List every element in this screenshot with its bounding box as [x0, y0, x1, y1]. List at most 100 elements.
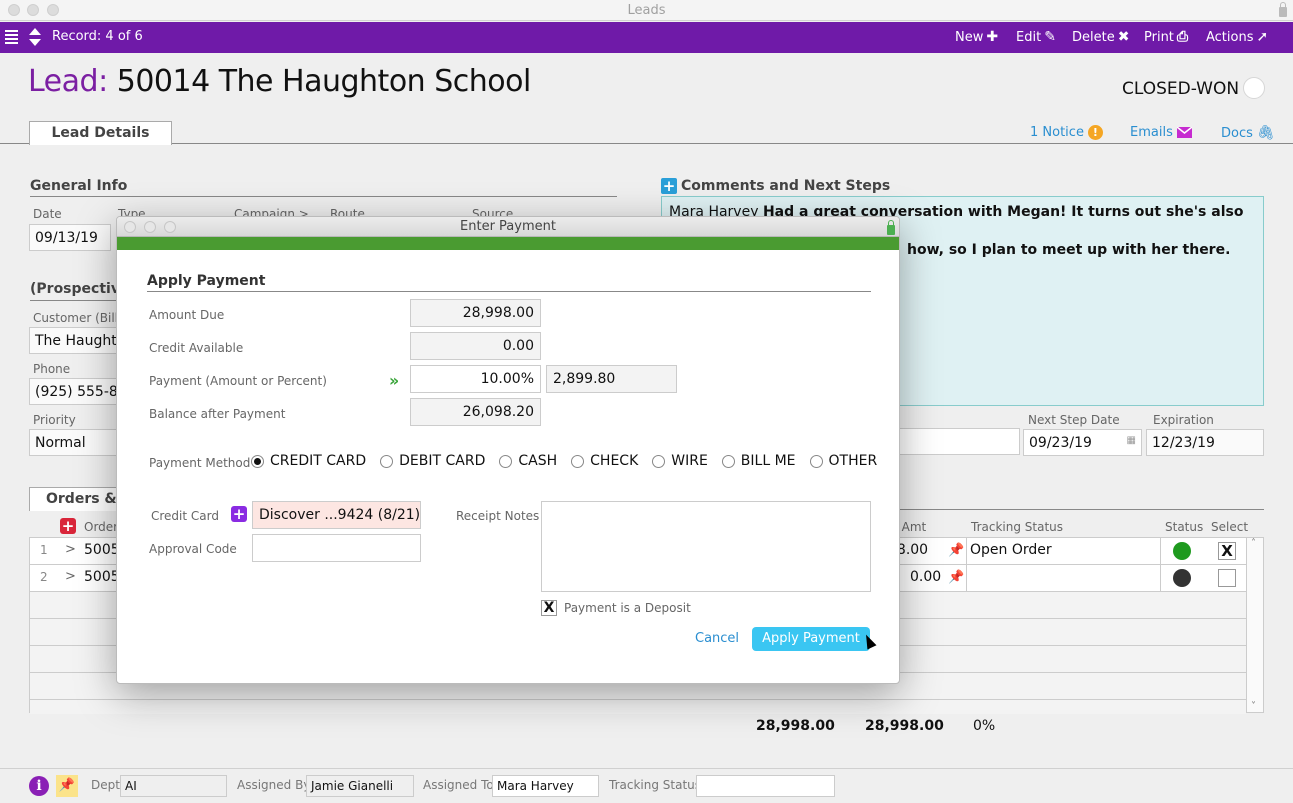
apply-payment-button[interactable]: Apply Payment	[752, 627, 870, 651]
expand-chevron-icon[interactable]: >	[65, 569, 76, 584]
radio-other[interactable]: OTHER	[809, 453, 877, 469]
radio-check[interactable]: CHECK	[571, 453, 638, 469]
payment-percent-field[interactable]: 10.00%	[410, 365, 541, 393]
payment-method-label: Payment Method	[149, 456, 251, 470]
pin-icon[interactable]: 📌	[56, 775, 78, 797]
pencil-icon: ✎	[1044, 29, 1056, 45]
calendar-icon[interactable]: ▦	[1127, 435, 1136, 446]
docs-link[interactable]: Docs 🖇	[1221, 125, 1275, 141]
lock-icon	[887, 220, 895, 235]
info-icon[interactable]: i	[29, 776, 49, 796]
warning-icon: !	[1087, 125, 1103, 140]
window-title: Leads	[627, 3, 666, 18]
scroll-down-icon[interactable]: ˅	[1251, 701, 1256, 712]
title-text: 50014 The Haughton School	[116, 64, 532, 99]
radio-debit-card[interactable]: DEBIT CARD	[380, 453, 485, 469]
radio-label: CHECK	[590, 453, 639, 469]
payment-amount-field[interactable]: 2,899.80	[546, 365, 677, 393]
approval-code-field[interactable]	[252, 534, 421, 562]
radio-cash[interactable]: CASH	[499, 453, 557, 469]
customer-field[interactable]: The Haughton	[29, 327, 119, 354]
pin-icon[interactable]: 📌	[948, 570, 964, 585]
status-dot	[1173, 569, 1191, 587]
dialog-titlebar: Enter Payment	[117, 217, 899, 237]
next-step-text-field[interactable]	[895, 428, 1020, 455]
radio-button[interactable]	[380, 454, 394, 468]
tab-divider	[0, 143, 1293, 144]
balance-field: 26,098.20	[410, 398, 541, 426]
radio-button[interactable]	[809, 454, 823, 468]
receipt-notes-label: Receipt Notes	[456, 509, 540, 523]
expiration-field[interactable]: 12/23/19	[1146, 429, 1264, 456]
date-label: Date	[33, 207, 62, 221]
column-order[interactable]: Order	[84, 520, 118, 534]
delete-button[interactable]: Delete ✖	[1072, 29, 1129, 45]
tracking-status-field[interactable]	[696, 775, 835, 797]
add-card-button[interactable]: +	[231, 506, 247, 522]
next-step-date-label: Next Step Date	[1028, 413, 1120, 427]
assigned-by-field[interactable]: Jamie Gianelli	[306, 775, 414, 797]
edit-label: Edit	[1016, 29, 1042, 45]
select-checkbox[interactable]: X	[1218, 542, 1236, 560]
dialog-header-bar	[117, 237, 899, 250]
next-step-date-field[interactable]: 09/23/19 ▦	[1023, 429, 1142, 456]
radio-button[interactable]	[251, 454, 264, 468]
notice-label: 1 Notice	[1030, 125, 1084, 140]
expand-chevron-icon[interactable]: >	[65, 542, 76, 557]
lock-icon	[1279, 2, 1287, 17]
balance-label: Balance after Payment	[149, 407, 286, 421]
menu-icon[interactable]	[5, 30, 18, 44]
credit-card-field[interactable]: Discover ...9424 (8/21)	[252, 501, 421, 529]
select-checkbox[interactable]	[1218, 569, 1236, 587]
total-percent: 0%	[973, 718, 996, 734]
approval-code-label: Approval Code	[149, 542, 237, 556]
cell-divider	[1160, 565, 1161, 592]
new-button[interactable]: New ✚	[955, 29, 998, 45]
dept-field[interactable]: AI	[120, 775, 227, 797]
double-chevron-icon[interactable]: ››	[389, 371, 399, 390]
receipt-notes-field[interactable]	[541, 501, 871, 592]
cell-divider	[1160, 538, 1161, 565]
row-number: 1	[40, 543, 48, 557]
toolbar: Record: 4 of 6 New ✚ Edit ✎ Delete ✖ Pri…	[0, 22, 1293, 53]
actions-button[interactable]: Actions ➚	[1206, 29, 1268, 45]
tab-lead-details[interactable]: Lead Details	[29, 121, 172, 145]
radio-button[interactable]	[499, 454, 513, 468]
radio-button[interactable]	[721, 454, 735, 468]
radio-button[interactable]	[571, 454, 585, 468]
total-likely-amount: 28,998.00	[865, 718, 944, 734]
radio-credit-card[interactable]: CREDIT CARD	[251, 453, 366, 469]
edit-button[interactable]: Edit ✎	[1016, 29, 1056, 45]
notice-link[interactable]: 1 Notice !	[1030, 125, 1103, 140]
add-order-button[interactable]: +	[60, 518, 76, 534]
arrow-out-icon: ➚	[1256, 29, 1269, 45]
cancel-button[interactable]: Cancel	[695, 631, 739, 646]
empty-row	[30, 700, 1246, 714]
scroll-up-icon[interactable]: ˄	[1251, 538, 1256, 549]
record-navigate-icon[interactable]	[28, 27, 42, 47]
printer-icon: ⎙	[1176, 29, 1189, 45]
assigned-by-label: Assigned By	[237, 778, 311, 792]
priority-field[interactable]: Normal	[29, 429, 119, 456]
deposit-checkbox[interactable]: X	[541, 600, 557, 616]
window-titlebar: Leads	[0, 0, 1293, 21]
tracking-status-label: Tracking Status	[609, 778, 702, 792]
prospect-rule	[30, 300, 120, 301]
column-select[interactable]: Select	[1211, 520, 1248, 534]
radio-wire[interactable]: WIRE	[652, 453, 708, 469]
pin-icon[interactable]: 📌	[948, 543, 964, 558]
radio-button[interactable]	[652, 454, 666, 468]
column-status[interactable]: Status	[1165, 520, 1203, 534]
status-indicator[interactable]	[1243, 77, 1265, 99]
radio-bill-me[interactable]: BILL ME	[721, 453, 796, 469]
assigned-to-field[interactable]: Mara Harvey	[492, 775, 599, 797]
orders-scrollbar[interactable]: ˄ ˅	[1246, 537, 1264, 713]
date-field[interactable]: 09/13/19	[29, 224, 111, 251]
add-comment-button[interactable]: +	[661, 178, 677, 194]
order-number: 5005	[84, 542, 120, 558]
column-tracking-status[interactable]: Tracking Status	[971, 520, 1063, 534]
emails-label: Emails	[1130, 125, 1173, 140]
emails-link[interactable]: Emails	[1130, 125, 1192, 140]
print-button[interactable]: Print ⎙	[1144, 29, 1188, 45]
phone-field[interactable]: (925) 555-85	[29, 378, 119, 405]
